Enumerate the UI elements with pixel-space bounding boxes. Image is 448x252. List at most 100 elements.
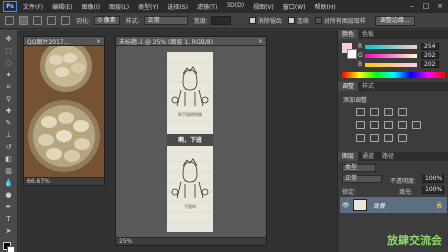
menu-edit[interactable]: 编辑(E) (52, 2, 72, 11)
document-title: 未标题-1 @ 25% (图层 1, RGB/8) (119, 38, 214, 46)
blend-mode-dropdown[interactable]: 正常 (342, 175, 382, 183)
document-tab[interactable]: QQ图片2017... × (24, 37, 104, 46)
red-slider[interactable] (365, 44, 417, 49)
color-panel-bg-swatch[interactable] (347, 49, 357, 59)
tab-layers[interactable]: 图层 (338, 152, 359, 161)
document-tab[interactable]: 未标题-1 @ 25% (图层 1, RGB/8) × (116, 37, 266, 46)
posterize-icon[interactable] (370, 134, 379, 142)
blur-tool-icon[interactable]: 💧 (3, 178, 14, 188)
subtract-selection-icon[interactable] (47, 16, 56, 25)
lock-icon: 🔒 (435, 201, 443, 209)
close-document-icon[interactable]: × (258, 38, 263, 45)
marquee-tool-icon[interactable]: ⬚ (3, 46, 14, 56)
intersect-selection-icon[interactable] (61, 16, 70, 25)
tab-adjustments[interactable]: 调整 (338, 82, 359, 91)
feather-label: 羽化: (76, 18, 91, 25)
maximize-button[interactable]: □ (420, 1, 432, 11)
menu-file[interactable]: 文件(F) (23, 2, 43, 11)
blue-slider[interactable] (365, 62, 417, 67)
close-button[interactable]: × (434, 1, 446, 11)
levels-icon[interactable] (370, 108, 379, 116)
green-slider[interactable] (365, 53, 417, 58)
layer-kind-filter[interactable]: 类型 (342, 164, 376, 172)
fill-input[interactable]: 100% (422, 186, 444, 194)
red-value-input[interactable]: 254 (421, 43, 439, 50)
tab-styles[interactable]: 样式 (358, 82, 378, 91)
path-selection-tool-icon[interactable]: ➤ (3, 226, 14, 236)
exposure-icon[interactable] (398, 108, 407, 116)
new-selection-icon[interactable] (19, 16, 28, 25)
eraser-tool-icon[interactable]: ◧ (3, 154, 14, 164)
gradient-map-icon[interactable] (398, 134, 407, 142)
brightness-icon[interactable] (356, 108, 365, 116)
close-document-icon[interactable]: × (96, 38, 101, 45)
pen-tool-icon[interactable]: ✒ (3, 202, 14, 212)
visibility-eye-icon[interactable]: 👁 (342, 202, 350, 209)
layer-row-background[interactable]: 👁 背景 🔒 (340, 197, 447, 213)
magic-wand-tool-icon[interactable]: ✦ (3, 70, 14, 80)
photo-filter-icon[interactable] (412, 121, 421, 129)
document-window-photo[interactable]: QQ图片2017... × 66.67% (23, 36, 105, 186)
refine-edge-button[interactable]: 调整边缘... (374, 15, 415, 26)
threshold-icon[interactable] (384, 134, 393, 142)
green-value-input[interactable]: 202 (421, 52, 439, 59)
move-tool-icon[interactable]: ✥ (3, 34, 14, 44)
menu-help[interactable]: 帮助(H) (315, 2, 336, 11)
background-color-swatch[interactable] (7, 246, 15, 252)
document-window-comic[interactable]: 未标题-1 @ 25% (图层 1, RGB/8) × 你下班的时候 啊，下班 … (115, 36, 267, 246)
menu-layer[interactable]: 图层(L) (109, 2, 129, 11)
contiguous-checkbox[interactable] (287, 17, 295, 24)
hue-saturation-icon[interactable] (370, 121, 379, 129)
tab-swatches[interactable]: 色板 (358, 30, 378, 39)
menu-3d[interactable]: 3D(D) (226, 2, 244, 11)
width-label: 宽度: (193, 18, 208, 25)
lasso-tool-icon[interactable]: ◌ (3, 58, 14, 68)
feather-input[interactable]: 0 像素 (94, 16, 120, 25)
curves-icon[interactable] (384, 108, 393, 116)
crop-tool-icon[interactable]: ⌗ (3, 82, 14, 92)
minimize-button[interactable]: – (406, 1, 418, 11)
adjust-panel-title: 添加调整 (343, 97, 368, 104)
menu-filter[interactable]: 滤镜(T) (197, 2, 217, 11)
menu-window[interactable]: 窗口(W) (283, 2, 306, 11)
document-zoom-status: 25% (116, 237, 266, 245)
tab-paths[interactable]: 路径 (378, 152, 398, 161)
tab-channels[interactable]: 通道 (358, 152, 378, 161)
brush-tool-icon[interactable]: ✎ (3, 118, 14, 128)
eyedropper-tool-icon[interactable]: ⚲ (3, 94, 14, 104)
green-slider-row: G 202 (358, 52, 439, 59)
options-bar: 羽化: 0 像素 样式: 正常 宽度: 消除锯齿 连续 对所有图层取样 调整边缘… (0, 13, 448, 29)
opacity-input[interactable]: 100% (422, 175, 444, 183)
healing-brush-tool-icon[interactable]: ✚ (3, 106, 14, 116)
menu-view[interactable]: 视图(V) (253, 2, 274, 11)
window-controls: – □ × (404, 1, 446, 11)
add-selection-icon[interactable] (33, 16, 42, 25)
comic-canvas[interactable]: 你下班的时候 啊，下班 下班吗 (167, 52, 213, 232)
menu-type[interactable]: 类型(Y) (138, 2, 158, 11)
width-input[interactable] (210, 16, 231, 25)
type-tool-icon[interactable]: T (3, 214, 14, 224)
color-spectrum-ramp[interactable] (342, 72, 445, 78)
comic-caption-1: 你下班的时候 (178, 112, 202, 117)
history-brush-tool-icon[interactable]: ↺ (3, 142, 14, 152)
clone-stamp-tool-icon[interactable]: ⊥ (3, 130, 14, 140)
invert-icon[interactable] (356, 134, 365, 142)
gradient-tool-icon[interactable]: ▥ (3, 166, 14, 176)
antialias-checkbox[interactable] (248, 17, 256, 24)
comic-caption-2: 啊，下班 (177, 137, 202, 144)
tab-color[interactable]: 颜色 (338, 30, 359, 39)
red-label: R (358, 43, 363, 50)
menu-select[interactable]: 选择(S) (167, 2, 188, 11)
lock-label: 锁定: (342, 189, 357, 196)
black-white-icon[interactable] (398, 121, 407, 129)
tool-preset-icon[interactable] (5, 16, 14, 25)
sample-all-checkbox[interactable] (314, 17, 322, 24)
blue-value-input[interactable]: 202 (421, 61, 439, 68)
color-balance-icon[interactable] (384, 121, 393, 129)
right-panels: 颜色 色板 R 254 G 202 B 202 调整 样式 添加调整 图层 通道… (337, 30, 448, 252)
dodge-tool-icon[interactable]: ● (3, 190, 14, 200)
style-dropdown[interactable]: 正常 (143, 16, 188, 25)
green-label: G (358, 52, 363, 59)
menu-image[interactable]: 图像(I) (82, 2, 100, 11)
vibrance-icon[interactable] (356, 121, 365, 129)
